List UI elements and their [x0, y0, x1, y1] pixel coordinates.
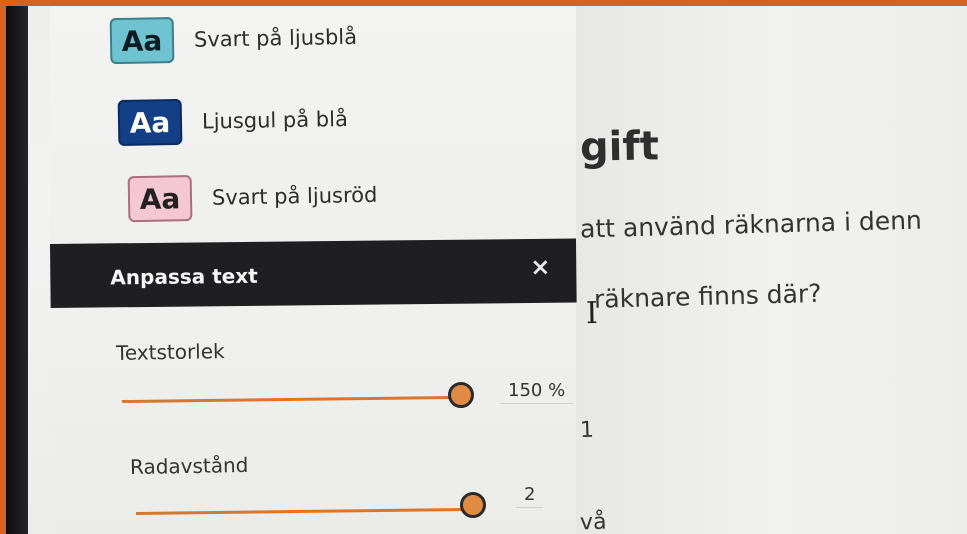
theme-label: Svart på ljusröd: [211, 182, 378, 210]
page-paragraph-3: 1: [579, 417, 595, 444]
page-paragraph-2: räknare finns där?: [580, 279, 822, 314]
theme-swatch[interactable]: Aa: [127, 175, 193, 223]
theme-label: Svart på ljusblå: [193, 24, 358, 52]
close-icon[interactable]: ×: [530, 253, 550, 281]
theme-label: Ljusgul på blå: [201, 106, 349, 134]
page-heading: gift: [579, 123, 660, 171]
page-content: gift att använd räknarna i denn räknare …: [576, 6, 967, 534]
device-frame: gift att använd räknarna i denn räknare …: [6, 6, 967, 534]
text-settings: Textstorlek 150 % Radavstånd 2: [50, 308, 576, 534]
screen: gift att använd räknarna i denn räknare …: [28, 6, 967, 534]
theme-swatch[interactable]: Aa: [109, 17, 175, 65]
panel-header: Anpassa text ×: [50, 238, 577, 308]
text-cursor-icon: I: [585, 295, 599, 332]
line-spacing-slider-thumb[interactable]: [460, 492, 486, 518]
text-size-slider-thumb[interactable]: [448, 382, 474, 408]
theme-option-lightyellow-on-blue[interactable]: Aa Ljusgul på blå: [117, 96, 349, 147]
text-size-slider-track[interactable]: [121, 395, 452, 403]
theme-option-black-on-lightred[interactable]: Aa Svart på ljusröd: [127, 172, 378, 223]
page-paragraph-1: att använd räknarna i denn: [579, 205, 923, 244]
text-size-label: Textstorlek: [115, 339, 225, 365]
line-spacing-value: 2: [516, 482, 544, 508]
theme-swatch[interactable]: Aa: [117, 98, 183, 147]
line-spacing-slider-track[interactable]: [135, 507, 466, 515]
page-paragraph-4: vå: [579, 509, 607, 534]
line-spacing-label: Radavstånd: [129, 452, 249, 480]
text-size-value: 150 %: [500, 378, 574, 404]
theme-option-black-on-lightblue[interactable]: Aa Svart på ljusblå: [109, 14, 358, 65]
color-theme-list: Aa Svart på ljusblå Aa Ljusgul på blå Aa…: [50, 6, 576, 244]
panel-title: Anpassa text: [110, 263, 258, 290]
page-paragraph-2-text: räknare finns där?: [593, 278, 822, 314]
